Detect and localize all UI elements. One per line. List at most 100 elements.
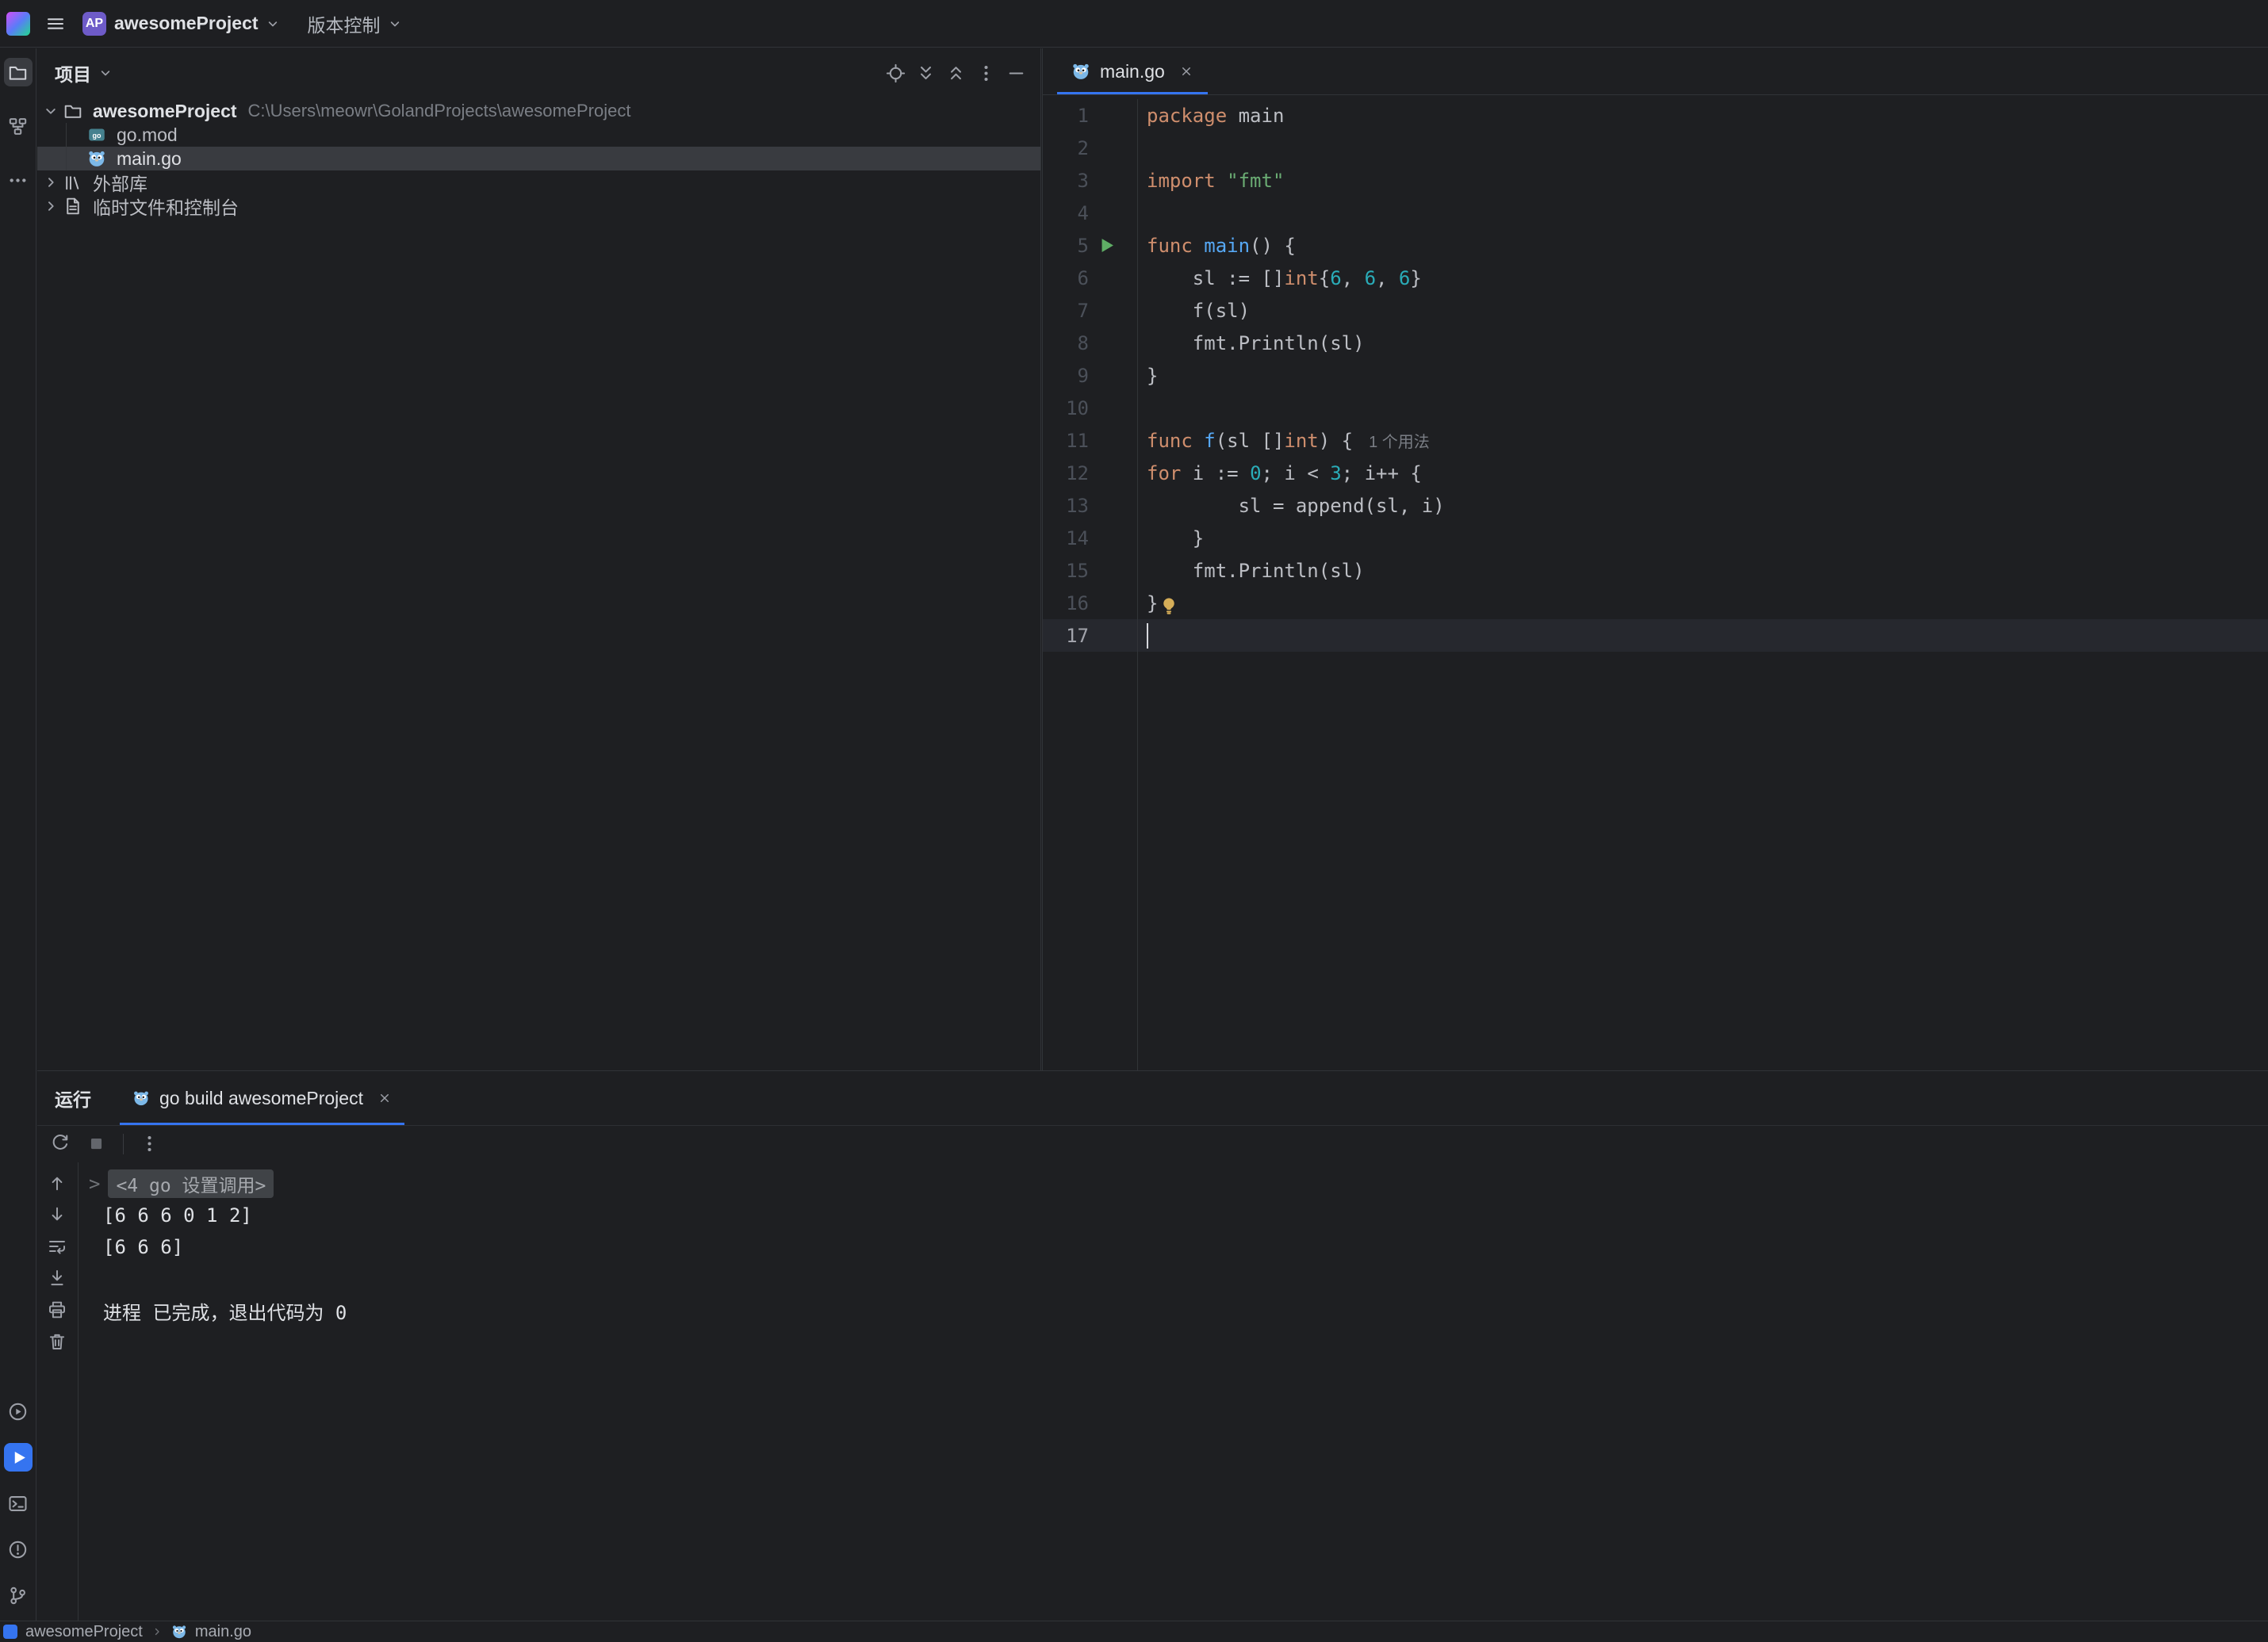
code-line[interactable]: sl = append(sl, i) [1147, 489, 1445, 522]
code-token: import [1147, 170, 1216, 192]
code-line[interactable]: } [1147, 359, 1158, 392]
tree-row-go.mod[interactable]: gogo.mod [37, 123, 1040, 147]
code-token: (sl [] [1216, 430, 1285, 452]
gutter-row[interactable]: 13 [1043, 489, 1137, 522]
code-token: } [1410, 267, 1421, 289]
clear-console-button[interactable] [48, 1332, 68, 1353]
git-toolwindow-button[interactable] [4, 1581, 33, 1609]
project-toolwindow-button[interactable] [4, 58, 33, 86]
tab-main-go[interactable]: main.go [1057, 48, 1208, 94]
soft-wrap-button[interactable] [48, 1237, 68, 1257]
scroll-to-end-button[interactable] [48, 1269, 68, 1289]
line-number: 10 [1043, 397, 1089, 419]
locate-file-button[interactable] [885, 63, 906, 83]
gutter-row[interactable]: 8 [1043, 327, 1137, 359]
rerun-button[interactable] [50, 1134, 71, 1154]
code-line[interactable]: import "fmt" [1147, 164, 1284, 197]
toolbar-separator [123, 1134, 124, 1154]
code-token: } [1147, 592, 1158, 614]
collapse-all-button[interactable] [945, 63, 966, 83]
run-toolwindow-button[interactable] [4, 1443, 33, 1472]
console-folded-line: > <4 go 设置调用> [89, 1168, 2268, 1200]
close-icon[interactable] [377, 1091, 392, 1105]
gutter-row[interactable]: 3 [1043, 164, 1137, 197]
tree-row-外部库[interactable]: 外部库 [37, 170, 1040, 194]
close-icon[interactable] [1179, 64, 1193, 78]
line-number: 16 [1043, 592, 1089, 614]
code-token: fmt.Println(sl) [1147, 560, 1365, 582]
next-occurrence-button[interactable] [48, 1205, 68, 1226]
folded-region-chip[interactable]: <4 go 设置调用> [108, 1169, 274, 1198]
panel-options-button[interactable] [975, 63, 996, 83]
intention-bulb-icon[interactable] [1159, 596, 1178, 615]
code-token: i := [1181, 462, 1250, 484]
code-token: sl := [] [1147, 267, 1284, 289]
stop-button[interactable] [86, 1134, 107, 1154]
code-line[interactable]: } [1147, 522, 1204, 554]
run-tab-label: go build awesomeProject [159, 1088, 363, 1109]
chevron-down-icon[interactable] [40, 101, 61, 121]
gutter-row[interactable]: 6 [1043, 262, 1137, 294]
code-area[interactable]: 1234567891011121314151617 package mainim… [1043, 99, 2268, 1070]
tree-row-main.go[interactable]: main.go [37, 147, 1040, 170]
prev-occurrence-button[interactable] [48, 1173, 68, 1194]
problems-toolwindow-button[interactable] [4, 1535, 33, 1564]
breadcrumb-file[interactable]: main.go [195, 1623, 251, 1641]
code-line[interactable]: sl := []int{6, 6, 6} [1147, 262, 1422, 294]
services-toolwindow-button[interactable] [4, 1397, 33, 1426]
chevron-down-icon[interactable] [98, 65, 113, 81]
line-number: 12 [1043, 462, 1089, 484]
code-line[interactable]: func f(sl []int) {1 个用法 [1147, 424, 1430, 457]
gutter-row[interactable]: 9 [1043, 359, 1137, 392]
code-line[interactable]: f(sl) [1147, 294, 1250, 327]
console-output[interactable]: ><4 go 设置调用>[6 6 6 0 1 2][6 6 6]进程 已完成，退… [79, 1162, 2268, 1621]
structure-toolwindow-button[interactable] [4, 112, 33, 140]
code-token: package [1147, 105, 1227, 127]
gutter-row[interactable]: 17 [1043, 619, 1137, 652]
run-gutter-icon[interactable] [1097, 235, 1117, 255]
tree-row-awesomeProject[interactable]: awesomeProjectC:\Users\meowr\GolandProje… [37, 99, 1040, 123]
main-menu-button[interactable] [45, 13, 66, 34]
folder-icon [63, 101, 82, 121]
gutter-row[interactable]: 1 [1043, 99, 1137, 132]
code-line[interactable]: fmt.Println(sl) [1147, 554, 1365, 587]
project-widget[interactable]: AP awesomeProject [82, 12, 281, 36]
more-toolwindows-button[interactable] [4, 166, 33, 194]
vcs-label: 版本控制 [308, 10, 381, 37]
expand-all-button[interactable] [915, 63, 936, 83]
gutter-row[interactable]: 2 [1043, 132, 1137, 164]
fold-arrow[interactable]: > [89, 1173, 100, 1195]
chevron-right-icon[interactable] [40, 172, 61, 193]
gutter-row[interactable]: 10 [1043, 392, 1137, 424]
gutter-row[interactable]: 4 [1043, 197, 1137, 229]
gutter-row[interactable]: 15 [1043, 554, 1137, 587]
code-line[interactable]: package main [1147, 99, 1284, 132]
gutter-row[interactable]: 7 [1043, 294, 1137, 327]
terminal-toolwindow-button[interactable] [4, 1489, 33, 1518]
code-line[interactable]: for i := 0; i < 3; i++ { [1147, 457, 1422, 489]
vcs-widget[interactable]: 版本控制 [308, 10, 403, 37]
tree-item-label: 外部库 [93, 169, 147, 196]
tool-window-stripe [0, 48, 36, 1621]
gutter-row[interactable]: 14 [1043, 522, 1137, 554]
toolbar-options-button[interactable] [140, 1134, 160, 1154]
goland-window: AP awesomeProject 版本控制 项目 [0, 0, 2268, 1642]
project-avatar: AP [82, 12, 106, 36]
code-line[interactable]: } [1147, 587, 1178, 619]
gutter-row[interactable]: 12 [1043, 457, 1137, 489]
breadcrumb-project[interactable]: awesomeProject [25, 1623, 143, 1641]
tree-row-临时文件和控制台[interactable]: 临时文件和控制台 [37, 194, 1040, 218]
gutter-row[interactable]: 16 [1043, 587, 1137, 619]
tree-item-label: main.go [117, 148, 182, 170]
code-line[interactable] [1147, 619, 1148, 652]
run-panel-title: 运行 [55, 1085, 91, 1112]
line-number: 14 [1043, 527, 1089, 549]
code-line[interactable]: fmt.Println(sl) [1147, 327, 1365, 359]
gutter-row[interactable]: 11 [1043, 424, 1137, 457]
run-tab[interactable]: go build awesomeProject [120, 1071, 404, 1125]
print-button[interactable] [48, 1300, 68, 1321]
code-line[interactable]: func main() { [1147, 229, 1296, 262]
hide-panel-button[interactable] [1006, 63, 1026, 83]
gutter-row[interactable]: 5 [1043, 229, 1137, 262]
chevron-right-icon[interactable] [40, 196, 61, 216]
